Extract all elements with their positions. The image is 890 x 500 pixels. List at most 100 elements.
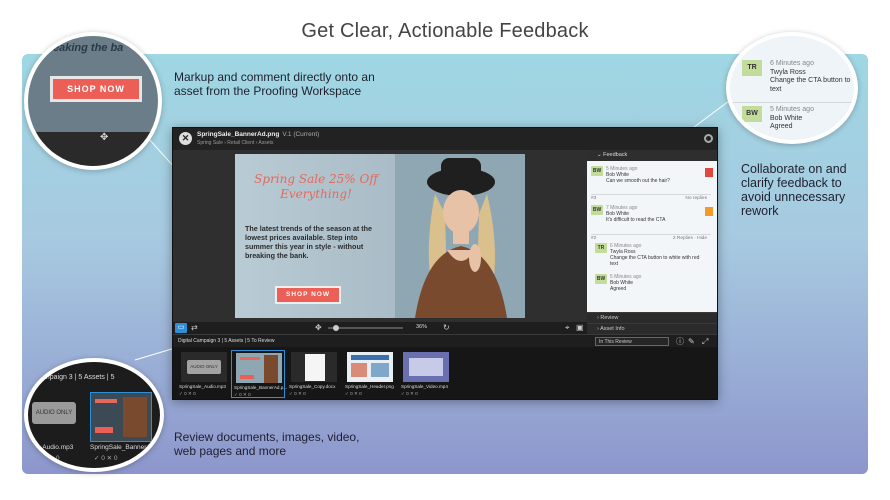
feedback-panel: ⌄ Feedback BW 5 Minutes ago Bob White Can w… [587,150,717,334]
asset-info-label: Asset Info [600,326,625,332]
asset-canvas[interactable]: Spring Sale 25% Off Everything! The late… [173,150,587,322]
thread-meta: #2 2 Replies · Hide [591,234,711,241]
feedback-reply[interactable]: BW 5 Minutes ago Bob White Agreed [595,274,717,292]
thumb-counts: ✓ 0 ✕ 0 [401,391,418,396]
zoom-ghost-text: breaking the ba [42,42,124,54]
feedback-text: 7 Minutes ago Bob White It's difficult to … [606,205,696,223]
comment-time: 6 Minutes ago [770,60,814,67]
move-icon[interactable]: ✥ [315,323,322,333]
review-row[interactable]: › Review [587,312,717,323]
thumb-name: SpringSale_Copy.docx [289,384,336,389]
thumb-image [403,352,449,382]
doc-page [305,354,325,381]
chevron-right-icon: › [597,315,599,321]
feedback-comment: It's difficult to read the CTA [606,217,666,223]
feedback-header[interactable]: ⌄ Feedback [587,150,717,161]
chevron-down-icon: ⌄ [597,152,602,158]
thumb-ad-photo-mark [123,397,147,437]
comment-body: Change the CTA button to text [770,77,851,93]
thumb-name: SpringSale_Video.mp4 [401,384,448,389]
file-name: SpringSale_BannerAd.png [197,131,280,138]
zoom-circle-collaborate: TR 6 Minutes ago Twyla Ross Change the CTA… [726,32,858,144]
avatar: BW [595,274,607,284]
model-photo [395,154,525,318]
settings-icon[interactable] [704,134,713,143]
thumb-header-bar [351,355,389,360]
pin-icon[interactable]: ⌖ [565,323,570,333]
feedback-item[interactable]: BW 5 Minutes ago Bob White Can we smooth ou… [591,166,713,184]
thumb-image [291,352,337,382]
banner-ad[interactable]: Spring Sale 25% Off Everything! The late… [235,154,525,318]
seek-knob[interactable] [333,325,339,331]
zoom-banner-thumb[interactable] [90,392,152,442]
edit-icon[interactable]: ✎ [688,337,695,347]
comment-author: Twyla Ross [770,68,806,76]
file-title: SpringSale_BannerAd.png V.1 (Current) [197,131,319,138]
feedback-text: 5 Minutes ago Bob White Can we smooth out … [606,166,696,184]
feedback-comment: Agreed [610,286,627,292]
layout-icon[interactable]: ▣ [576,323,584,333]
folder-icon[interactable]: ▭ [175,323,187,333]
breadcrumb[interactable]: Spring Sale › Retail Client › Assets [197,140,273,146]
zoom-level[interactable]: 36% [416,324,427,330]
thumb-video-frame [409,358,443,376]
compare-icon[interactable]: ⇄ [191,323,198,333]
feedback-reply[interactable]: TR 6 Minutes ago Twyla Ross Change the CTA … [595,243,717,267]
thumb-name: SpringSale_Audio.mp3 [179,384,226,389]
info-icon[interactable]: ⓘ [676,337,684,347]
seek-track[interactable] [328,327,403,329]
thumb-audio[interactable]: AUDIO ONLY SpringSale_Audio.mp3 ✓ 0 ✕ 0 [177,350,231,398]
expand-icon[interactable]: ⤢ [702,337,708,347]
feedback-comment: Change the CTA button to white with red … [610,255,700,267]
asset-info-row[interactable]: › Asset Info [587,323,717,334]
page-root: Get Clear, Actionable Feedback Markup an… [0,0,890,500]
feedback-title: Feedback [603,152,628,158]
player-bar: ▭ ⇄ ✥ 36% ↻ ⌖ ▣ [173,322,587,334]
thumb-header-image [371,363,389,377]
thumb-doc[interactable]: SpringSale_Copy.docx ✓ 0 ✕ 0 [287,350,341,398]
thumb-video[interactable]: SpringSale_Video.mp4 ✓ 0 ✕ 0 [399,350,453,398]
refresh-icon[interactable]: ↻ [443,323,450,333]
zoom-markup-content: breaking the ba SHOP NOW ✥ [28,36,158,166]
thread-replies[interactable]: No replies [685,195,707,202]
divider [730,102,854,103]
thumb-ad-photo-mark [264,355,278,383]
zoom-campaign-label: ampaign 3 | 5 Assets | 5 [40,374,115,381]
feedback-item[interactable]: BW 7 Minutes ago Bob White It's difficult t… [591,205,713,223]
ad-shop-button[interactable]: SHOP NOW [275,286,341,304]
caption-collaborate: Collaborate on and clarify feedback to a… [741,162,847,218]
thumb-ad-button-mark [95,427,113,433]
zoom-circle-review: ampaign 3 | 5 Assets | 5 AUDIO ONLY _le_… [24,358,164,472]
zoom-shop-button[interactable]: SHOP NOW [50,76,142,102]
asset-strip-header: Digital Campaign 3 | 5 Assets | 5 To Rev… [173,334,717,347]
close-icon[interactable]: ✕ [179,132,192,145]
thumb-name: _le_Audio.mp3 [30,444,74,451]
review-filter-select[interactable]: In This Review [595,337,669,346]
comment-time: 5 Minutes ago [770,106,814,113]
chevron-right-icon: › [597,326,599,332]
thumb-counts: ✓ 0 ✕ 0 [345,391,362,396]
zoom-review-content: ampaign 3 | 5 Assets | 5 AUDIO ONLY _le_… [28,362,160,468]
thumb-name: SpringSale_BannerAd [90,444,155,451]
campaign-label: Digital Campaign 3 | 5 Assets | 5 To Rev… [178,338,275,344]
avatar: TR [595,243,607,253]
zoom-comment-text: 5 Minutes ago Bob White Agreed [770,106,854,132]
thumb-header[interactable]: SpringSale_Header.png ✓ 0 ✕ 0 [343,350,397,398]
thumb-ad-button-mark [240,375,254,379]
window-header: ✕ SpringSale_BannerAd.png V.1 (Current) S… [173,128,717,150]
thread-replies[interactable]: 2 Replies · Hide [673,235,707,242]
audio-only-badge: AUDIO ONLY [32,402,76,424]
move-icon[interactable]: ✥ [100,132,108,143]
thumb-banner[interactable]: SpringSale_BannerAd.p... ✓ 0 ✕ 0 [231,350,287,398]
zoom-toolbar [28,132,158,166]
comment-body: Agreed [770,123,793,130]
thumb-ad-title-mark [95,399,117,403]
comment-author: Bob White [770,114,803,122]
zoom-comment-text: 6 Minutes ago Twyla Ross Change the CTA bu… [770,60,854,94]
audio-only-badge: AUDIO ONLY [187,360,221,374]
flag-icon[interactable] [705,207,713,216]
flag-icon[interactable] [705,168,713,177]
proofing-window: ✕ SpringSale_BannerAd.png V.1 (Current) S… [172,127,718,400]
ad-body: The latest trends of the season at the l… [245,224,373,260]
avatar: TR [742,60,762,76]
